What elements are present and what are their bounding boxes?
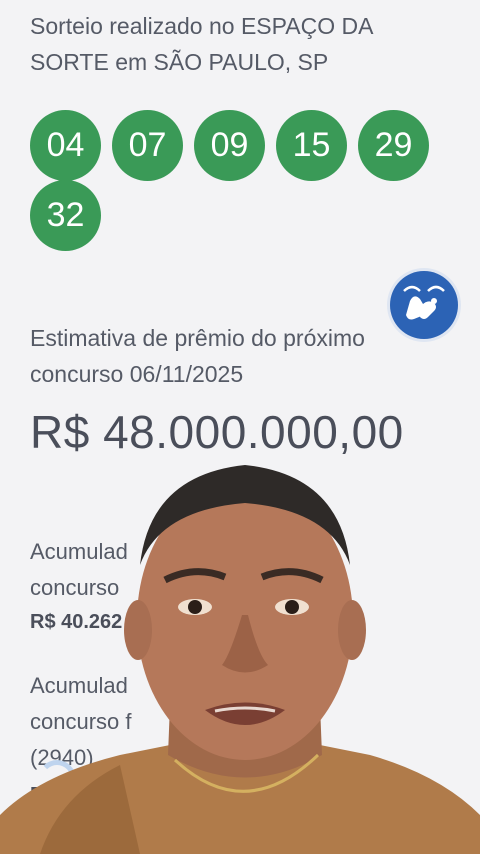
draw-location-text: Sorteio realizado no ESPAÇO DA SORTE em …	[30, 13, 373, 75]
number-ball: 07	[112, 110, 183, 181]
number-ball: 29	[358, 110, 429, 181]
lottery-result-page: Sorteio realizado no ESPAÇO DA SORTE em …	[0, 0, 480, 854]
number-ball: 15	[276, 110, 347, 181]
prize-estimate-value: R$ 48.000.000,00	[30, 406, 404, 458]
number-ball: 04	[30, 110, 101, 181]
next-prize-estimate-label: Estimativa de prêmio do próximo concurso…	[30, 325, 365, 387]
number-ball: 32	[30, 180, 101, 251]
number-ball: 09	[194, 110, 265, 181]
presenter-video-overlay	[0, 465, 480, 854]
